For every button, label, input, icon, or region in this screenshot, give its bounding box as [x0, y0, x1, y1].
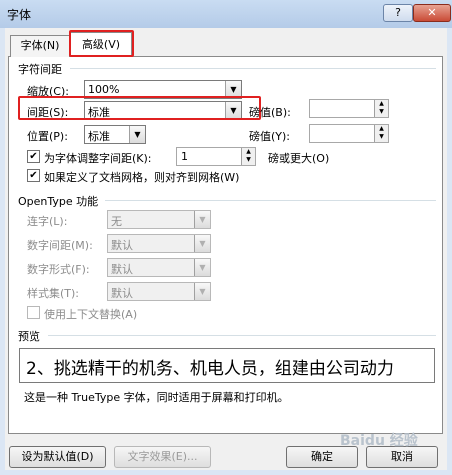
- scale-value: 100%: [88, 83, 120, 96]
- tab-font[interactable]: 字体(N): [10, 35, 70, 57]
- points-label-2: 磅值(Y):: [249, 130, 291, 143]
- ligature-combo[interactable]: 无 ▼: [107, 210, 211, 229]
- context-label: 使用上下文替换(A): [44, 308, 138, 321]
- group-divider: [105, 200, 436, 201]
- spin-arrows-icon[interactable]: ▲ ▼: [374, 100, 388, 117]
- number-spacing-combo[interactable]: 默认 ▼: [107, 234, 211, 253]
- chevron-down-icon[interactable]: ▼: [194, 235, 210, 252]
- position-value: 标准: [88, 130, 110, 143]
- highlight-spacing-row: [18, 96, 261, 120]
- kerning-checkbox[interactable]: ✔: [27, 150, 40, 163]
- spin-arrows-icon[interactable]: ▲ ▼: [374, 125, 388, 142]
- chevron-down-icon[interactable]: ▼: [194, 283, 210, 300]
- style-set-label: 样式集(T):: [27, 287, 80, 300]
- group-divider: [48, 335, 436, 336]
- dialog-title: 字体: [7, 8, 32, 22]
- number-spacing-value: 默认: [111, 239, 133, 252]
- grid-label: 如果定义了文档网格，则对齐到网格(W): [44, 171, 240, 184]
- close-button[interactable]: ✕: [413, 4, 451, 22]
- chevron-down-icon[interactable]: ▼: [129, 126, 145, 143]
- help-button[interactable]: ?: [383, 4, 413, 22]
- position-combo[interactable]: 标准 ▼: [84, 125, 146, 144]
- ligature-label: 连字(L):: [27, 215, 68, 228]
- group-divider: [70, 68, 436, 69]
- kerning-value: 1: [181, 150, 188, 163]
- context-checkbox[interactable]: [27, 306, 40, 319]
- points-input-1[interactable]: ▲ ▼: [309, 99, 389, 118]
- ligature-value: 无: [111, 215, 122, 228]
- spin-arrows-icon[interactable]: ▲ ▼: [241, 148, 255, 165]
- text-effects-button[interactable]: 文字效果(E)...: [114, 446, 211, 468]
- position-label: 位置(P):: [27, 130, 68, 143]
- number-spacing-label: 数字间距(M):: [27, 239, 93, 252]
- points-label-1: 磅值(B):: [249, 106, 291, 119]
- style-set-combo[interactable]: 默认 ▼: [107, 282, 211, 301]
- kerning-label: 为字体调整字间距(K):: [44, 152, 152, 165]
- number-form-combo[interactable]: 默认 ▼: [107, 258, 211, 277]
- style-set-value: 默认: [111, 287, 133, 300]
- opentype-group-title: OpenType 功能: [18, 195, 99, 208]
- points-input-2[interactable]: ▲ ▼: [309, 124, 389, 143]
- baidu-watermark: Baidu 经验: [340, 433, 418, 449]
- kerning-input[interactable]: 1 ▲ ▼: [176, 147, 256, 166]
- chevron-down-icon[interactable]: ▼: [194, 259, 210, 276]
- preview-group-title: 预览: [18, 330, 40, 343]
- chevron-down-icon[interactable]: ▼: [194, 211, 210, 228]
- preview-box: 2、挑选精干的机务、机电人员，组建由公司动力: [19, 348, 435, 383]
- kerning-suffix: 磅或更大(O): [268, 152, 330, 165]
- number-form-value: 默认: [111, 263, 133, 276]
- number-form-label: 数字形式(F):: [27, 263, 90, 276]
- highlight-advanced-tab: [69, 30, 134, 57]
- grid-checkbox[interactable]: ✔: [27, 169, 40, 182]
- preview-note: 这是一种 TrueType 字体，同时适用于屏幕和打印机。: [24, 391, 289, 404]
- set-default-button[interactable]: 设为默认值(D): [9, 446, 106, 468]
- spacing-group-title: 字符间距: [18, 63, 62, 76]
